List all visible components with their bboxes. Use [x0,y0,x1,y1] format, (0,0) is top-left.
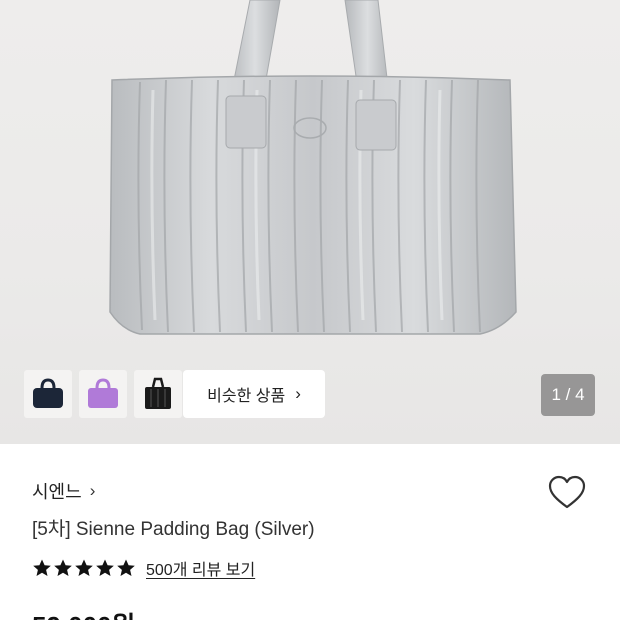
star-icon [33,559,51,576]
thumbnail-black[interactable] [134,370,182,418]
bag-navy-icon [33,378,63,408]
similar-products-label: 비슷한 상품 [207,388,286,405]
bag-lavender-icon [88,378,118,408]
star-icon [117,559,135,576]
reviews-link[interactable]: 500개 리뷰 보기 [146,556,255,580]
thumbnail-navy[interactable] [24,370,72,418]
wishlist-heart-icon[interactable] [548,474,586,512]
color-thumbnails [24,370,182,418]
brand-link[interactable]: 시엔느 › [32,478,95,504]
product-image-gallery[interactable]: 비슷한 상품 › 1 / 4 [0,0,620,444]
rating-stars [32,558,136,578]
brand-name: 시엔느 [32,482,82,502]
product-price: 59,000원 [32,606,135,620]
bag-black-icon [145,377,171,409]
thumbnail-lavender[interactable] [79,370,127,418]
star-icon [96,559,114,576]
rating-row: 500개 리뷰 보기 [32,556,255,580]
star-icon [75,559,93,576]
chevron-right-icon: › [295,384,301,403]
similar-products-button[interactable]: 비슷한 상품 › [183,370,325,418]
chevron-right-icon: › [89,481,96,500]
product-title: [5차] Sienne Padding Bag (Silver) [32,519,315,540]
image-counter: 1 / 4 [541,374,595,416]
star-icon [54,559,72,576]
